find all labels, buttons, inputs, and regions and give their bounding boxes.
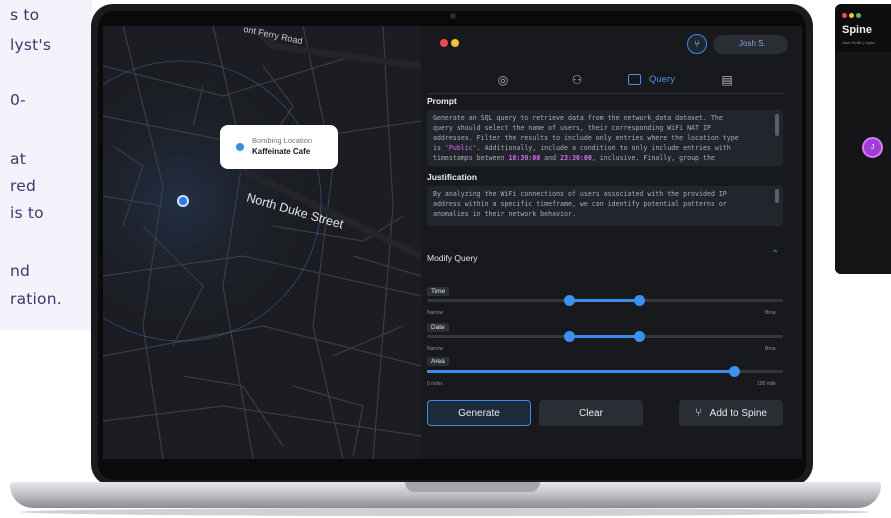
- modify-query-header[interactable]: Modify Query: [427, 253, 478, 263]
- avatar-initial: J: [870, 144, 875, 151]
- background-text-line: is to: [10, 204, 44, 222]
- area-label: Area: [427, 357, 449, 366]
- justification-line: address within a specific timeframe, we …: [433, 200, 727, 208]
- laptop-frame: ont Ferry Road North Duke Street Bombing…: [91, 4, 813, 486]
- laptop-notch: [405, 482, 540, 492]
- location-marker[interactable]: [177, 195, 189, 207]
- side-app-content: [835, 52, 891, 274]
- background-text-panel: s to lyst's 0- at red is to nd ration.: [0, 0, 92, 330]
- laptop-base: [10, 482, 881, 508]
- background-text-line: red: [10, 177, 37, 195]
- avatar[interactable]: J: [862, 137, 883, 158]
- close-button[interactable]: [440, 39, 448, 47]
- popup-label: Bombing Location: [252, 136, 313, 145]
- time-slider-range: [570, 299, 640, 302]
- time-label: Time: [427, 287, 450, 296]
- tab-query[interactable]: Query: [624, 70, 694, 90]
- date-max-label: Broa: [765, 346, 776, 352]
- side-app-preview: Spine Josh Smith | Upda J: [835, 4, 891, 274]
- branch-icon: ⑂: [695, 407, 702, 419]
- laptop-shadow: [20, 508, 870, 516]
- location-popup[interactable]: Bombing Location Kaffeinate Cafe: [220, 125, 338, 169]
- area-max-label: 100 mile: [757, 381, 776, 387]
- background-text-line: nd: [10, 262, 31, 280]
- users-icon[interactable]: ⚇: [570, 73, 584, 87]
- justification-line: By analyzing the WiFi connections of use…: [433, 190, 727, 198]
- date-label: Date: [427, 323, 449, 332]
- date-slider-range: [570, 335, 640, 338]
- time-slider-start-handle[interactable]: [564, 295, 575, 306]
- minimize-button[interactable]: [451, 39, 459, 47]
- terminal-icon: [628, 74, 641, 85]
- background-text-line: s to: [10, 6, 40, 24]
- prompt-scrollbar[interactable]: [775, 114, 779, 136]
- date-slider-end-handle[interactable]: [634, 331, 645, 342]
- tab-query-label: Query: [649, 74, 675, 85]
- justification-title: Justification: [427, 172, 478, 182]
- app-screen: ont Ferry Road North Duke Street Bombing…: [103, 26, 802, 459]
- user-name: Josh S.: [739, 39, 766, 48]
- background-text-line: 0-: [10, 91, 26, 109]
- add-to-spine-button[interactable]: ⑂ Add to Spine: [679, 400, 783, 426]
- minimize-button[interactable]: [849, 13, 854, 18]
- area-slider-fill: [427, 370, 735, 373]
- generate-button[interactable]: Generate: [427, 400, 531, 426]
- area-min-label: 0 miles: [427, 381, 443, 387]
- justification-textarea[interactable]: By analyzing the WiFi connections of use…: [427, 186, 783, 226]
- maximize-button[interactable]: [856, 13, 861, 18]
- add-to-spine-label: Add to Spine: [709, 407, 767, 419]
- background-text-line: at: [10, 150, 26, 168]
- spine-branch-icon[interactable]: ⑂: [687, 34, 707, 54]
- close-button[interactable]: [842, 13, 847, 18]
- clear-button[interactable]: Clear: [539, 400, 643, 426]
- prompt-line: timestamps between 18:30:00 and 23:30:00…: [433, 154, 715, 162]
- side-app-subtitle: Josh Smith | Upda: [842, 40, 875, 45]
- location-dot-icon: [236, 143, 244, 151]
- chevron-up-icon[interactable]: ⌃: [771, 249, 779, 260]
- camera-icon: [450, 13, 456, 19]
- justification-scrollbar[interactable]: [775, 189, 779, 203]
- document-icon[interactable]: ▤: [720, 73, 734, 87]
- area-slider-handle[interactable]: [729, 366, 740, 377]
- background-text-line: lyst's: [10, 36, 52, 54]
- prompt-textarea[interactable]: Generate an SQL query to retrieve data f…: [427, 110, 783, 166]
- date-slider-start-handle[interactable]: [564, 331, 575, 342]
- map-streets: [103, 26, 421, 459]
- prompt-line: query should select the name of users, t…: [433, 124, 711, 132]
- time-min-label: Narrow: [427, 310, 444, 316]
- prompt-line: addresses. Filter the results to include…: [433, 134, 739, 142]
- popup-place: Kaffeinate Cafe: [252, 147, 311, 156]
- date-min-label: Narrow: [427, 346, 444, 352]
- query-panel: ⑂ Josh S. ◎ ⚇ Query ▤ Prompt Generate an…: [421, 26, 802, 459]
- prompt-line: Generate an SQL query to retrieve data f…: [433, 114, 723, 122]
- map-view[interactable]: ont Ferry Road North Duke Street Bombing…: [103, 26, 421, 459]
- target-icon[interactable]: ◎: [496, 73, 510, 87]
- side-app-title: Spine: [842, 24, 872, 36]
- justification-line: anomalies in their network behavior.: [433, 210, 576, 218]
- prompt-line: is 'Public'. Additionally, include a con…: [433, 144, 731, 152]
- time-slider-end-handle[interactable]: [634, 295, 645, 306]
- prompt-title: Prompt: [427, 96, 457, 106]
- time-max-label: Broa: [765, 310, 776, 316]
- background-text-line: ration.: [10, 290, 62, 308]
- tab-underline: [427, 93, 783, 94]
